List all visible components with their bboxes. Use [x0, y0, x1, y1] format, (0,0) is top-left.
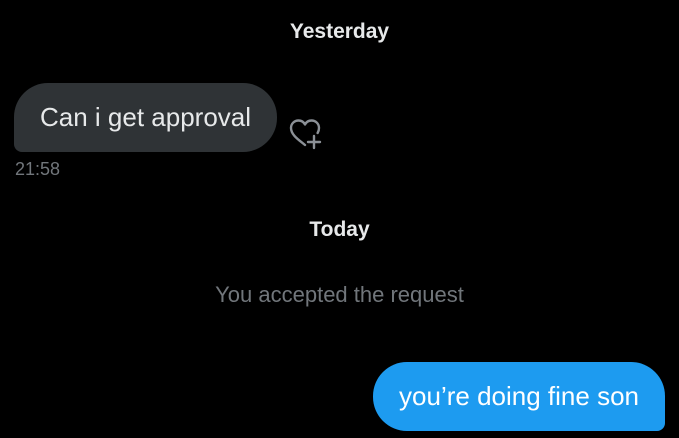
incoming-message-timestamp: 21:58: [15, 159, 61, 179]
outgoing-message-text: you’re doing fine son: [399, 381, 639, 411]
heart-plus-icon: [289, 119, 322, 150]
add-reaction-button[interactable]: [288, 117, 324, 151]
system-message-request-accepted: You accepted the request: [215, 282, 464, 307]
incoming-message-text: Can i get approval: [40, 102, 252, 132]
incoming-message-bubble[interactable]: Can i get approval: [14, 83, 278, 152]
date-separator-yesterday: Yesterday: [289, 20, 390, 43]
date-separator-today: Today: [309, 218, 370, 241]
outgoing-message-bubble[interactable]: you’re doing fine son: [373, 362, 665, 431]
